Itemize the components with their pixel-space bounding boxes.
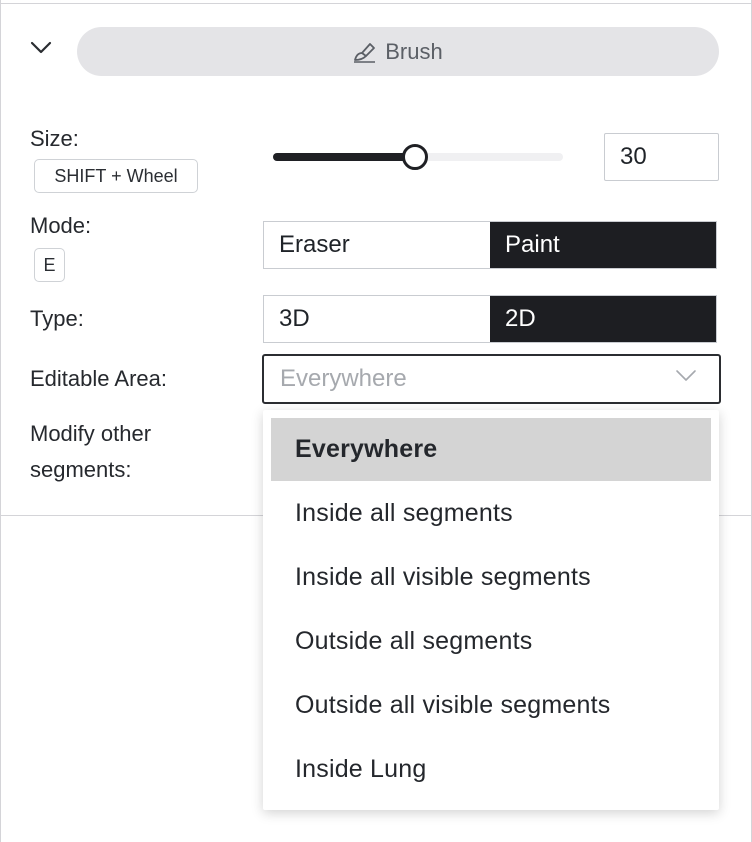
- size-input[interactable]: [604, 133, 719, 181]
- type-option-3d[interactable]: 3D: [264, 296, 490, 342]
- size-slider-fill: [273, 153, 416, 161]
- chevron-down-icon: [676, 370, 696, 381]
- editable-area-option-outside-all[interactable]: Outside all segments: [271, 609, 711, 673]
- mode-option-paint[interactable]: Paint: [490, 222, 716, 268]
- type-toggle: 3D 2D: [263, 295, 717, 343]
- collapse-toggle[interactable]: [27, 34, 55, 62]
- editable-area-option-inside-lung[interactable]: Inside Lung: [271, 737, 711, 801]
- editable-area-option-inside-all[interactable]: Inside all segments: [271, 481, 711, 545]
- mode-toggle: Eraser Paint: [263, 221, 717, 269]
- editable-area-option-everywhere[interactable]: Everywhere: [271, 418, 711, 481]
- editable-area-value: Everywhere: [280, 365, 407, 392]
- size-label: Size:: [30, 126, 79, 151]
- mode-label: Mode:: [30, 213, 92, 238]
- editable-area-option-inside-visible[interactable]: Inside all visible segments: [271, 545, 711, 609]
- editable-area-option-outside-visible[interactable]: Outside all visible segments: [271, 673, 711, 737]
- brush-tool-panel: Brush Size: SHIFT + Wheel Mode: E Eraser…: [0, 0, 752, 842]
- editable-area-label: Editable Area:: [30, 366, 167, 391]
- size-slider-thumb[interactable]: [402, 144, 429, 170]
- brush-icon: [354, 42, 376, 63]
- top-divider: [1, 3, 752, 4]
- mode-shortcut-badge: E: [34, 248, 65, 282]
- chevron-down-icon: [30, 41, 52, 54]
- size-slider[interactable]: [273, 144, 563, 170]
- type-label: Type:: [30, 306, 84, 331]
- type-option-2d[interactable]: 2D: [490, 296, 716, 342]
- mode-option-eraser[interactable]: Eraser: [264, 222, 490, 268]
- modify-other-label-line2: segments:: [30, 457, 132, 482]
- editable-area-select[interactable]: Everywhere: [262, 354, 721, 404]
- brush-tool-label: Brush: [385, 38, 443, 64]
- brush-tool-button[interactable]: Brush: [77, 27, 719, 76]
- modify-other-label-line1: Modify other: [30, 421, 152, 446]
- editable-area-dropdown: Everywhere Inside all segments Inside al…: [263, 410, 719, 810]
- size-shortcut-badge: SHIFT + Wheel: [34, 159, 198, 193]
